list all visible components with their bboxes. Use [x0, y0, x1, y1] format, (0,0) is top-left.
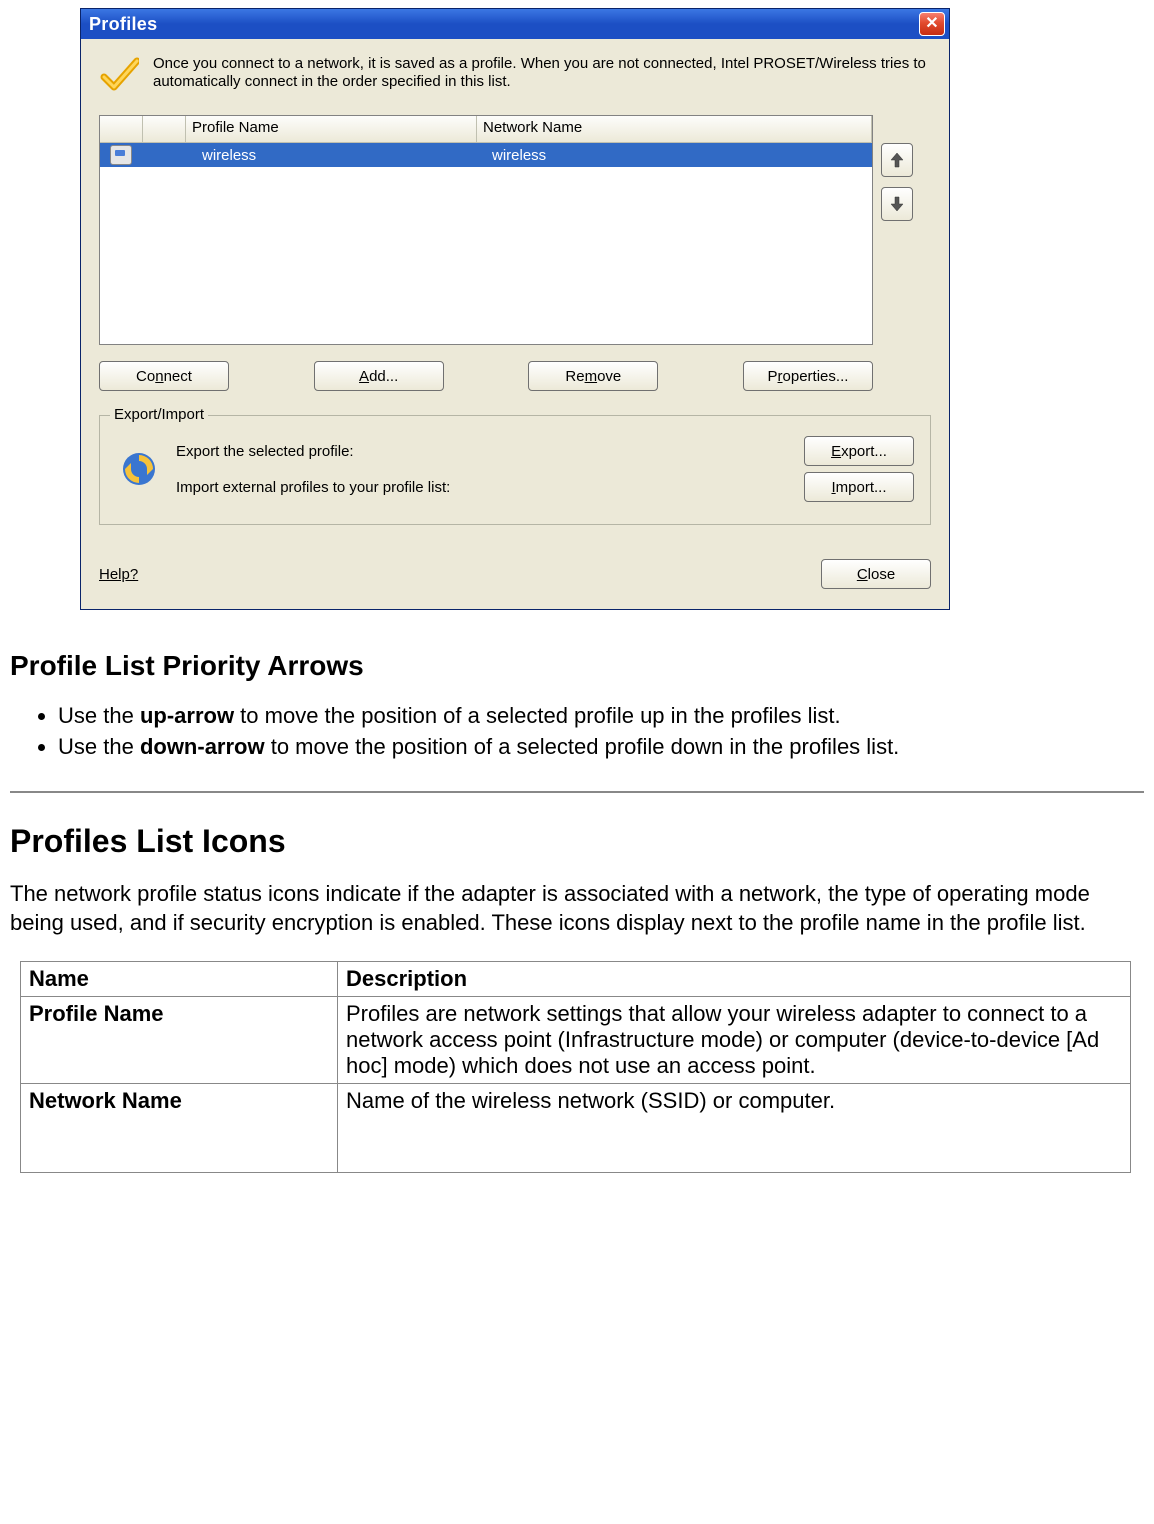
properties-button[interactable]: Properties...: [743, 361, 873, 391]
profiles-list[interactable]: Profile Name Network Name wireless wirel…: [99, 115, 873, 345]
intro-text: Once you connect to a network, it is sav…: [153, 53, 931, 91]
header-icon-col2[interactable]: [143, 116, 186, 142]
help-link[interactable]: Help?: [99, 566, 138, 583]
profile-row-selected[interactable]: wireless wireless: [100, 143, 872, 167]
header-icon-col1[interactable]: [100, 116, 143, 142]
remove-button[interactable]: Remove: [528, 361, 658, 391]
titlebar: Profiles ✕: [81, 9, 949, 39]
th-name: Name: [21, 962, 338, 997]
import-button[interactable]: Import...: [804, 472, 914, 502]
action-buttons: Connect Add... Remove Properties...: [99, 361, 931, 391]
profiles-dialog: Profiles ✕ Once you connect to a network…: [80, 8, 950, 610]
icons-table: Name Description Profile Name Profiles a…: [20, 961, 1131, 1173]
td-network-desc: Name of the wireless network (SSID) or c…: [338, 1084, 1131, 1173]
arrows-bullets: Use the up-arrow to move the position of…: [10, 702, 1144, 761]
table-row: Profile Name Profiles are network settin…: [21, 997, 1131, 1084]
checkmark-icon: [99, 53, 139, 97]
export-label: Export the selected profile:: [176, 443, 804, 460]
close-button[interactable]: Close: [821, 559, 931, 589]
th-description: Description: [338, 962, 1131, 997]
bullet-down-arrow: Use the down-arrow to move the position …: [58, 733, 1144, 762]
close-icon[interactable]: ✕: [919, 12, 945, 36]
icons-paragraph: The network profile status icons indicat…: [10, 880, 1134, 937]
table-header-row: Name Description: [21, 962, 1131, 997]
sync-icon: [116, 439, 162, 499]
heading-priority-arrows: Profile List Priority Arrows: [10, 650, 1144, 682]
priority-arrows: [873, 115, 931, 345]
connect-button[interactable]: Connect: [99, 361, 229, 391]
up-arrow-button[interactable]: [881, 143, 913, 177]
add-button[interactable]: Add...: [314, 361, 444, 391]
group-title: Export/Import: [110, 406, 208, 423]
list-header: Profile Name Network Name: [100, 116, 872, 143]
header-network-name[interactable]: Network Name: [477, 116, 872, 142]
export-import-group: Export/Import Export the selec: [99, 415, 931, 525]
intro-row: Once you connect to a network, it is sav…: [99, 53, 931, 97]
heading-list-icons: Profiles List Icons: [10, 823, 1144, 860]
profiles-dialog-screenshot: Profiles ✕ Once you connect to a network…: [80, 8, 950, 610]
down-arrow-button[interactable]: [881, 187, 913, 221]
td-profile-desc: Profiles are network settings that allow…: [338, 997, 1131, 1084]
header-profile-name[interactable]: Profile Name: [186, 116, 477, 142]
adapter-icon: [100, 145, 142, 165]
td-network-name: Network Name: [21, 1084, 338, 1173]
document-body: Profile List Priority Arrows Use the up-…: [10, 650, 1144, 1173]
bullet-up-arrow: Use the up-arrow to move the position of…: [58, 702, 1144, 731]
import-label: Import external profiles to your profile…: [176, 479, 804, 496]
bottom-row: Help? Close: [99, 559, 931, 589]
row-profile-name: wireless: [196, 147, 486, 164]
table-row: Network Name Name of the wireless networ…: [21, 1084, 1131, 1173]
row-network-name: wireless: [486, 147, 872, 164]
divider: [10, 791, 1144, 793]
window-title: Profiles: [89, 14, 919, 35]
export-button[interactable]: Export...: [804, 436, 914, 466]
td-profile-name: Profile Name: [21, 997, 338, 1084]
